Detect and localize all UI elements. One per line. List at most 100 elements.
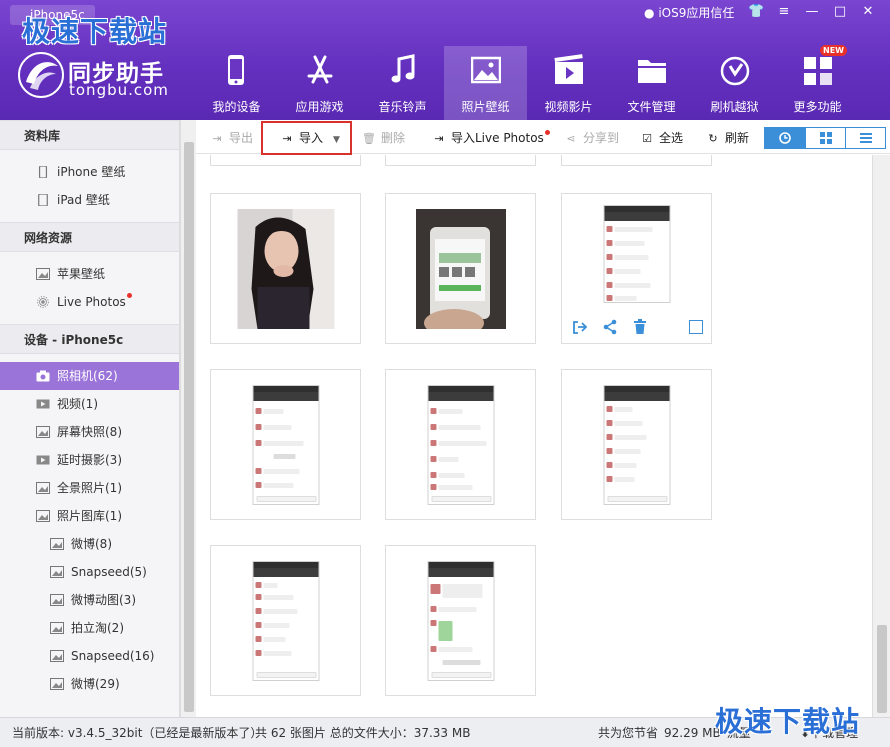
- main-nav: 我的设备 应用游戏 音乐铃声 照片壁纸 视频影片 文件管理 刷机越狱 NEW 更…: [195, 45, 859, 120]
- nav-files[interactable]: 文件管理: [610, 46, 693, 120]
- photo-card[interactable]: [385, 155, 536, 166]
- chat-screenshot: [252, 560, 319, 681]
- grid-icon: [819, 132, 832, 144]
- refresh-icon: ↻: [708, 132, 718, 145]
- sidebar-item-label: 拍立淘(2): [71, 621, 124, 635]
- select-all-label: 全选: [659, 131, 684, 145]
- photo-card[interactable]: [210, 545, 361, 696]
- nav-music[interactable]: 音乐铃声: [361, 46, 444, 120]
- nav-flash[interactable]: 刷机越狱: [693, 46, 776, 120]
- sidebar-item-label: 照相机(62): [57, 369, 118, 383]
- share-icon[interactable]: [602, 319, 618, 335]
- view-timeline-button[interactable]: [765, 128, 805, 148]
- menu-icon[interactable]: ≡: [776, 4, 792, 20]
- nav-photos[interactable]: 照片壁纸: [444, 46, 527, 120]
- sidebar-item-label: Snapseed(5): [71, 565, 147, 579]
- sidebar-album-snapseed-2[interactable]: Snapseed(16): [0, 642, 179, 670]
- shield-icon: ●: [644, 6, 655, 20]
- sidebar-item-timelapse[interactable]: 延时摄影(3): [0, 446, 179, 474]
- delete-button[interactable]: 🗑 删除: [362, 128, 405, 148]
- photo-card[interactable]: [210, 155, 361, 166]
- photo-count-text: 共 62 张图片 总的文件大小：37.33 MB: [255, 726, 471, 740]
- photo-card[interactable]: [385, 369, 536, 520]
- chat-screenshot: [427, 560, 494, 681]
- view-list-button[interactable]: [845, 128, 885, 148]
- ios9-trust-label: iOS9应用信任: [658, 6, 735, 20]
- selfie-photo: [237, 208, 334, 329]
- sidebar-album-weibo[interactable]: 微博(8): [0, 530, 179, 558]
- scrollbar-thumb[interactable]: [184, 142, 194, 712]
- minimize-button[interactable]: —: [804, 4, 820, 20]
- chat-screenshot: [603, 204, 670, 303]
- nav-label: 文件管理: [627, 100, 676, 114]
- watermark: 极速下载站: [22, 15, 168, 48]
- screenshot-thumb: [252, 384, 319, 505]
- photo-card[interactable]: [385, 193, 536, 344]
- screenshot-thumb: [603, 384, 670, 505]
- watermark: 极速下载站: [715, 705, 861, 738]
- share-button[interactable]: ⋖ 分享到: [564, 128, 619, 148]
- photo-card[interactable]: [561, 155, 712, 166]
- nav-my-device[interactable]: 我的设备: [195, 46, 278, 120]
- trash-icon[interactable]: [632, 319, 648, 335]
- scrollbar-thumb[interactable]: [877, 625, 887, 713]
- select-checkbox[interactable]: [689, 320, 703, 334]
- ios9-trust-link[interactable]: ● iOS9应用信任: [644, 5, 734, 21]
- sidebar-item-label: 延时摄影(3): [57, 453, 122, 467]
- chat-screenshot: [252, 384, 319, 505]
- phone-icon: [228, 55, 244, 85]
- app-store-icon: [307, 55, 333, 84]
- folder-icon: [638, 60, 666, 83]
- image-icon: [50, 650, 64, 662]
- nav-more[interactable]: NEW 更多功能: [776, 45, 859, 120]
- image-icon: [50, 566, 64, 578]
- photo-card[interactable]: [210, 193, 361, 344]
- photo-card[interactable]: [561, 369, 712, 520]
- sidebar-scrollbar[interactable]: [180, 120, 196, 717]
- nav-video[interactable]: 视频影片: [527, 46, 610, 120]
- video-icon: [554, 54, 583, 84]
- sidebar-item-live-photos[interactable]: Live Photos: [0, 288, 179, 316]
- sidebar-album-weibo-2[interactable]: 微博(29): [0, 670, 179, 698]
- tongbu-logo-icon: [18, 52, 64, 98]
- export-button[interactable]: ⇥ 导出: [210, 128, 253, 148]
- sidebar-section-device: 设备 - iPhone5c: [0, 324, 179, 354]
- sidebar-item-video[interactable]: 视频(1): [0, 390, 179, 418]
- photo-card[interactable]: [561, 193, 712, 344]
- phone-photo: [415, 208, 506, 329]
- video-icon: [36, 455, 50, 465]
- export-icon[interactable]: [572, 319, 588, 335]
- skin-icon[interactable]: 👕: [748, 4, 764, 20]
- main-scrollbar[interactable]: [872, 155, 890, 717]
- highlight-box: [261, 121, 352, 155]
- sidebar-album-snapseed[interactable]: Snapseed(5): [0, 558, 179, 586]
- sidebar-item-apple-wallpaper[interactable]: 苹果壁纸: [0, 260, 179, 288]
- sidebar-item-photo-library[interactable]: 照片图库(1): [0, 502, 179, 530]
- photo-card[interactable]: [385, 545, 536, 696]
- close-button[interactable]: ✕: [860, 4, 876, 20]
- chat-screenshot: [427, 384, 494, 505]
- refresh-button[interactable]: ↻ 刷新: [706, 128, 749, 148]
- maximize-button[interactable]: □: [832, 4, 848, 20]
- sidebar-item-iphone-wallpaper[interactable]: iPhone 壁纸: [0, 158, 179, 186]
- sidebar-item-screenshots[interactable]: 屏幕快照(8): [0, 418, 179, 446]
- image-icon: [36, 426, 50, 438]
- screenshot-thumb: [603, 204, 670, 303]
- sidebar-item-ipad-wallpaper[interactable]: iPad 壁纸: [0, 186, 179, 214]
- notification-dot: [544, 130, 550, 135]
- view-grid-button[interactable]: [805, 128, 845, 148]
- nav-label: 视频影片: [544, 100, 593, 114]
- delete-label: 删除: [381, 131, 406, 145]
- image-icon: [50, 678, 64, 690]
- select-all-button[interactable]: ☑ 全选: [640, 128, 683, 148]
- sidebar-item-label: 微博动图(3): [71, 593, 136, 607]
- sidebar-album-pailitao[interactable]: 拍立淘(2): [0, 614, 179, 642]
- photo-card[interactable]: [210, 369, 361, 520]
- import-live-photos-button[interactable]: ⇥ 导入Live Photos: [432, 128, 550, 148]
- sidebar-album-weibo-gif[interactable]: 微博动图(3): [0, 586, 179, 614]
- nav-label: 照片壁纸: [461, 100, 510, 114]
- sidebar-item-label: 照片图库(1): [57, 509, 122, 523]
- nav-apps[interactable]: 应用游戏: [278, 46, 361, 120]
- sidebar-item-camera[interactable]: 照相机(62): [0, 362, 179, 390]
- sidebar-item-panorama[interactable]: 全景照片(1): [0, 474, 179, 502]
